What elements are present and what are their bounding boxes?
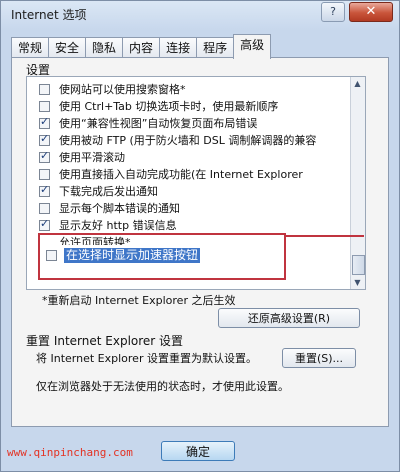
list-item[interactable]: 使用直接插入自动完成功能(在 Internet Explorer — [39, 168, 303, 182]
list-item-label: 使用平滑滚动 — [59, 151, 125, 164]
checkbox[interactable] — [39, 183, 50, 197]
tab-content[interactable]: 内容 — [122, 37, 161, 58]
annotation-line — [286, 235, 364, 237]
scroll-down-icon[interactable]: ▼ — [352, 277, 363, 288]
reset-note: 仅在浏览器处于无法使用的状态时，才使用此设置。 — [36, 380, 289, 393]
watermark-url: www.qinpinchang.com — [7, 446, 133, 459]
list-item-label: 使网站可以使用搜索窗格* — [59, 83, 186, 96]
restart-note: *重新启动 Internet Explorer 之后生效 — [42, 294, 236, 307]
checkbox[interactable] — [39, 115, 50, 129]
list-item-label: 使用直接插入自动完成功能(在 Internet Explorer — [59, 168, 303, 181]
tab-general[interactable]: 常规 — [11, 37, 50, 58]
list-item[interactable]: 使网站可以使用搜索窗格* — [39, 83, 186, 97]
list-item-label: 显示友好 http 错误信息 — [59, 219, 177, 232]
list-item-label: 使用 Ctrl+Tab 切换选项卡时，使用最新顺序 — [59, 100, 279, 113]
checkbox[interactable] — [39, 169, 50, 180]
tab-security[interactable]: 安全 — [48, 37, 87, 58]
list-item[interactable]: 使用被动 FTP (用于防火墙和 DSL 调制解调器的兼容 — [39, 132, 317, 148]
tab-programs[interactable]: 程序 — [196, 37, 235, 58]
help-button[interactable]: ? — [321, 2, 345, 22]
tab-advanced[interactable]: 高级 — [233, 34, 272, 59]
checkbox[interactable] — [39, 132, 50, 146]
reset-button[interactable]: 重置(S)... — [282, 348, 356, 368]
tab-bar: 常规 安全 隐私 内容 连接 程序 高级 — [11, 34, 272, 59]
checkbox[interactable] — [46, 250, 57, 261]
list-item[interactable]: 显示友好 http 错误信息 — [39, 217, 177, 233]
scroll-up-icon[interactable]: ▲ — [352, 78, 363, 89]
vertical-scrollbar[interactable]: ▲ ▼ — [350, 77, 365, 289]
close-button[interactable]: ✕ — [349, 2, 393, 22]
list-item-label: 下载完成后发出通知 — [59, 185, 158, 198]
accelerator-option-label: 在选择时显示加速器按钮 — [64, 248, 201, 263]
list-item-label: 使用被动 FTP (用于防火墙和 DSL 调制解调器的兼容 — [59, 134, 317, 147]
checkbox[interactable] — [39, 203, 50, 214]
reset-description: 将 Internet Explorer 设置重置为默认设置。 — [36, 352, 257, 365]
scroll-thumb[interactable] — [352, 255, 365, 275]
tab-privacy[interactable]: 隐私 — [85, 37, 124, 58]
list-item-label: 使用“兼容性视图”自动恢复页面布局错误 — [59, 117, 258, 130]
advanced-panel: 设置 使网站可以使用搜索窗格* 使用 Ctrl+Tab 切换选项卡时，使用最新顺… — [11, 57, 389, 427]
list-item[interactable]: 显示每个脚本错误的通知 — [39, 202, 180, 216]
restore-advanced-button[interactable]: 还原高级设置(R) — [218, 308, 360, 328]
list-item[interactable]: 使用平滑滚动 — [39, 149, 125, 165]
list-item[interactable]: 下载完成后发出通知 — [39, 183, 158, 199]
checkbox[interactable] — [39, 84, 50, 95]
list-item[interactable]: 使用 Ctrl+Tab 切换选项卡时，使用最新顺序 — [39, 100, 279, 114]
list-item[interactable]: 使用“兼容性视图”自动恢复页面布局错误 — [39, 115, 258, 131]
reset-section-title: 重置 Internet Explorer 设置 — [26, 334, 184, 348]
checkbox[interactable] — [39, 217, 50, 231]
checkbox[interactable] — [39, 149, 50, 163]
ok-button[interactable]: 确定 — [161, 441, 235, 461]
list-item-label: 显示每个脚本错误的通知 — [59, 202, 180, 215]
tab-connections[interactable]: 连接 — [159, 37, 198, 58]
internet-options-dialog: Internet 选项 ? ✕ 常规 安全 隐私 内容 连接 程序 高级 设置 … — [0, 0, 400, 472]
window-title: Internet 选项 — [11, 8, 87, 22]
checkbox[interactable] — [39, 101, 50, 112]
